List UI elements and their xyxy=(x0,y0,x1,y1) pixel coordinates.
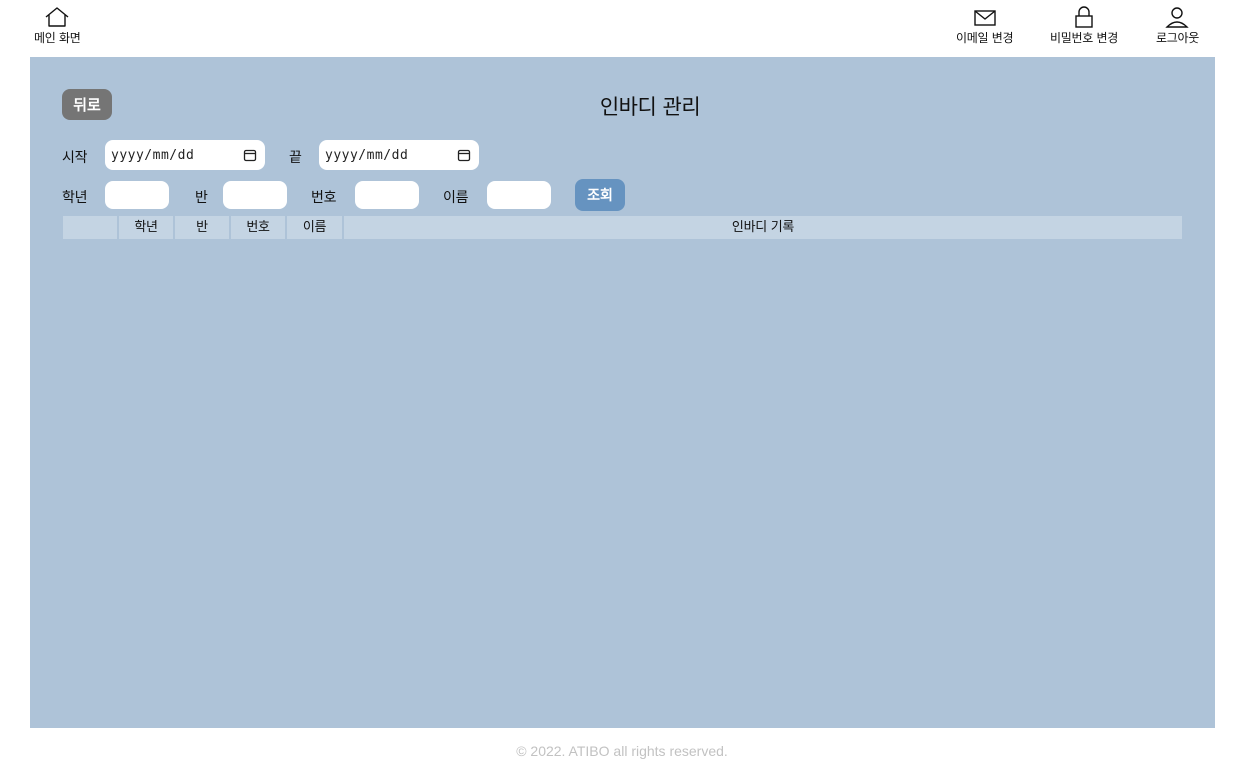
table-header-inbody-record: 인바디 기록 xyxy=(344,216,1182,239)
top-navigation: 메인 화면 이메일 변경 비밀번호 변경 로그아웃 xyxy=(0,0,1244,56)
grade-label: 학년 xyxy=(62,190,88,206)
logout-nav-label: 로그아웃 xyxy=(1156,31,1199,45)
mail-icon xyxy=(973,10,996,26)
change-password-nav-label: 비밀번호 변경 xyxy=(1050,31,1118,45)
table-header-grade: 학년 xyxy=(119,216,173,239)
table-header-row: 학년 반 번호 이름 인바디 기록 xyxy=(63,216,1182,239)
home-nav-link[interactable]: 메인 화면 xyxy=(34,6,81,45)
end-date-input[interactable]: yyyy/mm/dd xyxy=(319,140,479,170)
start-date-placeholder: yyyy/mm/dd xyxy=(111,147,195,163)
change-email-nav-link[interactable]: 이메일 변경 xyxy=(956,6,1014,45)
calendar-icon[interactable] xyxy=(243,148,257,162)
end-date-placeholder: yyyy/mm/dd xyxy=(325,147,409,163)
number-label: 번호 xyxy=(311,190,337,206)
inbody-management-panel: 뒤로 인바디 관리 시작 yyyy/mm/dd 끝 yyyy/mm/dd 학년 … xyxy=(30,57,1215,728)
class-label: 반 xyxy=(195,190,208,206)
lock-icon xyxy=(1075,6,1093,28)
home-icon xyxy=(45,7,69,27)
search-button[interactable]: 조회 xyxy=(575,179,625,211)
name-input[interactable] xyxy=(487,181,551,209)
start-date-label: 시작 xyxy=(62,150,88,166)
class-input[interactable] xyxy=(223,181,287,209)
logout-nav-link[interactable]: 로그아웃 xyxy=(1156,6,1199,45)
grade-input[interactable] xyxy=(105,181,169,209)
table-header-class: 반 xyxy=(175,216,229,239)
copyright-footer: © 2022. ATIBO all rights reserved. xyxy=(516,743,728,759)
number-input[interactable] xyxy=(355,181,419,209)
calendar-icon[interactable] xyxy=(457,148,471,162)
table-header-number: 번호 xyxy=(231,216,285,239)
change-password-nav-link[interactable]: 비밀번호 변경 xyxy=(1050,6,1118,45)
name-label: 이름 xyxy=(443,190,469,206)
home-nav-label: 메인 화면 xyxy=(34,31,81,45)
page-title: 인바디 관리 xyxy=(599,95,701,119)
table-header-cell xyxy=(63,216,117,239)
start-date-input[interactable]: yyyy/mm/dd xyxy=(105,140,265,170)
user-icon xyxy=(1165,7,1190,28)
change-email-nav-label: 이메일 변경 xyxy=(956,31,1014,45)
table-header-name: 이름 xyxy=(287,216,342,239)
end-date-label: 끝 xyxy=(289,150,302,166)
